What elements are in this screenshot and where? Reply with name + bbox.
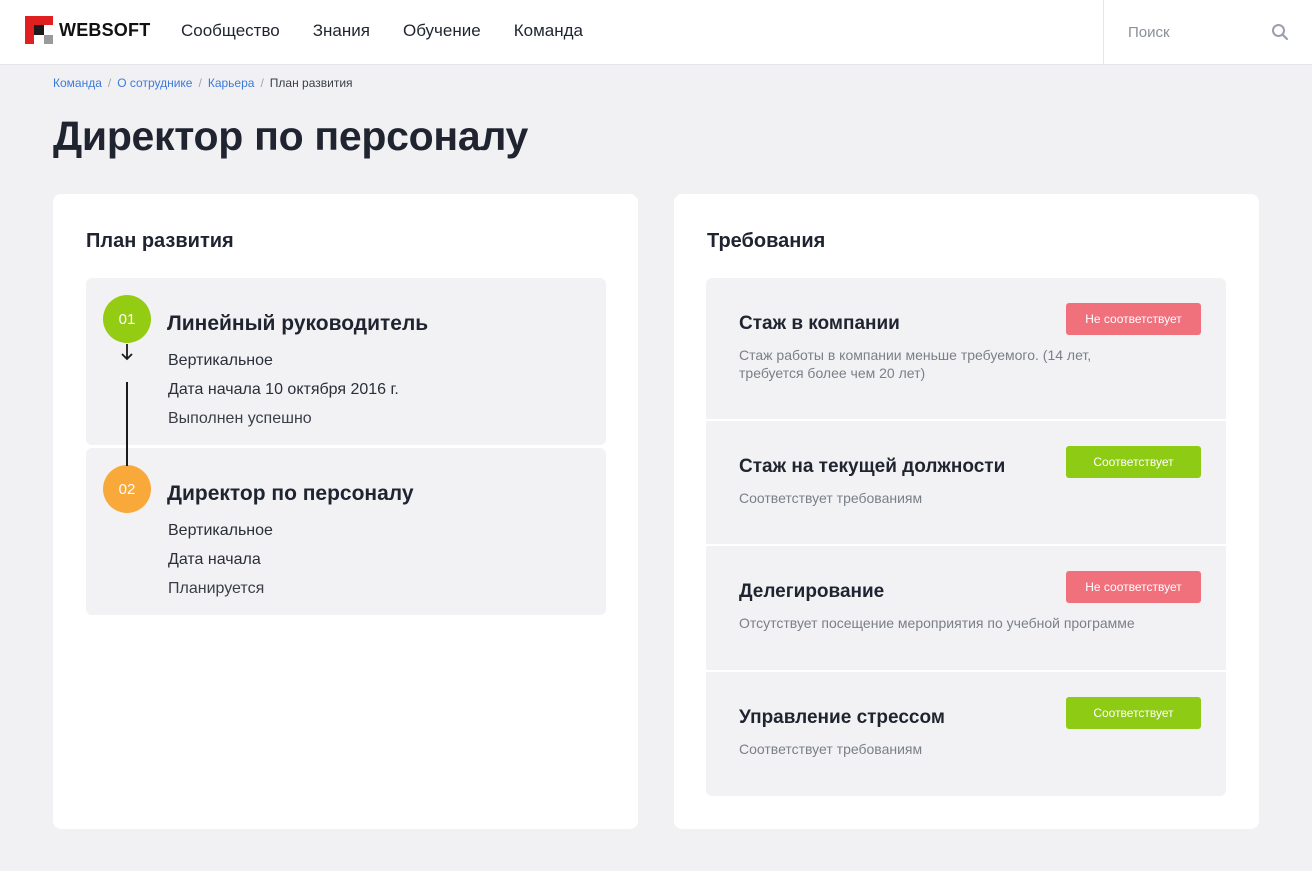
plan-title: План развития: [86, 230, 234, 252]
breadcrumb-current: План развития: [269, 76, 353, 90]
status-badge: Соответствует: [1066, 446, 1201, 478]
requirement-item: Делегирование Не соответствует Отсутству…: [706, 546, 1226, 670]
breadcrumb: Команда / О сотруднике / Карьера / План …: [53, 76, 353, 90]
requirement-name: Делегирование: [739, 581, 885, 602]
step-start-date: Дата начала: [168, 551, 261, 568]
status-badge: Не соответствует: [1066, 303, 1201, 335]
step-direction: Вертикальное: [168, 522, 273, 539]
breadcrumb-separator: /: [198, 76, 202, 90]
websoft-logo[interactable]: WEBSOFT: [25, 16, 150, 44]
step-status: Выполнен успешно: [168, 410, 312, 427]
nav-item-learning[interactable]: Обучение: [403, 20, 481, 42]
nav-item-knowledge[interactable]: Знания: [313, 20, 370, 42]
step-direction: Вертикальное: [168, 352, 273, 369]
requirement-item: Управление стрессом Соответствует Соотве…: [706, 672, 1226, 796]
requirements-card: Требования Стаж в компании Не соответств…: [674, 194, 1259, 829]
breadcrumb-employee[interactable]: О сотруднике: [117, 76, 192, 90]
requirement-name: Стаж на текущей должности: [739, 456, 1006, 477]
plan-step[interactable]: 01 Линейный руководитель Вертикальное Да…: [86, 278, 606, 445]
main-nav: Сообщество Знания Обучение Команда: [181, 20, 616, 42]
logo-text: WEBSOFT: [59, 19, 151, 40]
step-status: Планируется: [168, 580, 265, 597]
nav-item-team[interactable]: Команда: [514, 20, 583, 42]
step-name: Линейный руководитель: [167, 312, 429, 335]
development-plan-card: План развития 01 Линейный руководитель В…: [53, 194, 638, 829]
requirement-item: Стаж в компании Не соответствует Стаж ра…: [706, 278, 1226, 419]
step-number-badge: 01: [103, 295, 151, 343]
requirement-name: Управление стрессом: [739, 707, 945, 728]
logo-mark-icon: [25, 16, 53, 44]
step-name: Директор по персоналу: [167, 482, 414, 505]
requirement-name: Стаж в компании: [739, 313, 900, 334]
breadcrumb-separator: /: [107, 76, 112, 90]
step-number-badge: 02: [103, 465, 151, 513]
plan-step[interactable]: 02 Директор по персоналу Вертикальное Да…: [86, 448, 606, 615]
requirement-description: Отсутствует посещение мероприятия по уче…: [739, 615, 1135, 631]
requirements-title: Требования: [707, 230, 826, 252]
top-header: WEBSOFT Сообщество Знания Обучение Коман…: [0, 0, 1312, 65]
requirement-item: Стаж на текущей должности Соответствует …: [706, 421, 1226, 544]
search-icon[interactable]: [1271, 23, 1289, 41]
search-input[interactable]: [1128, 20, 1258, 44]
requirement-description: Стаж работы в компании меньше требуемого…: [739, 347, 1092, 381]
requirement-description: Соответствует требованиям: [739, 741, 923, 757]
arrow-down-icon: [121, 344, 133, 361]
requirement-description: Соответствует требованиям: [739, 490, 923, 506]
status-badge: Не соответствует: [1066, 571, 1201, 603]
step-start-date: Дата начала 10 октября 2016 г.: [168, 381, 399, 398]
status-badge: Соответствует: [1066, 697, 1201, 729]
nav-item-community[interactable]: Сообщество: [181, 20, 280, 42]
breadcrumb-separator: /: [260, 76, 264, 90]
breadcrumb-career[interactable]: Карьера: [208, 76, 255, 90]
page-title: Директор по персоналу: [53, 113, 529, 159]
breadcrumb-team[interactable]: Команда: [53, 76, 102, 90]
step-connector-line: [126, 382, 128, 466]
